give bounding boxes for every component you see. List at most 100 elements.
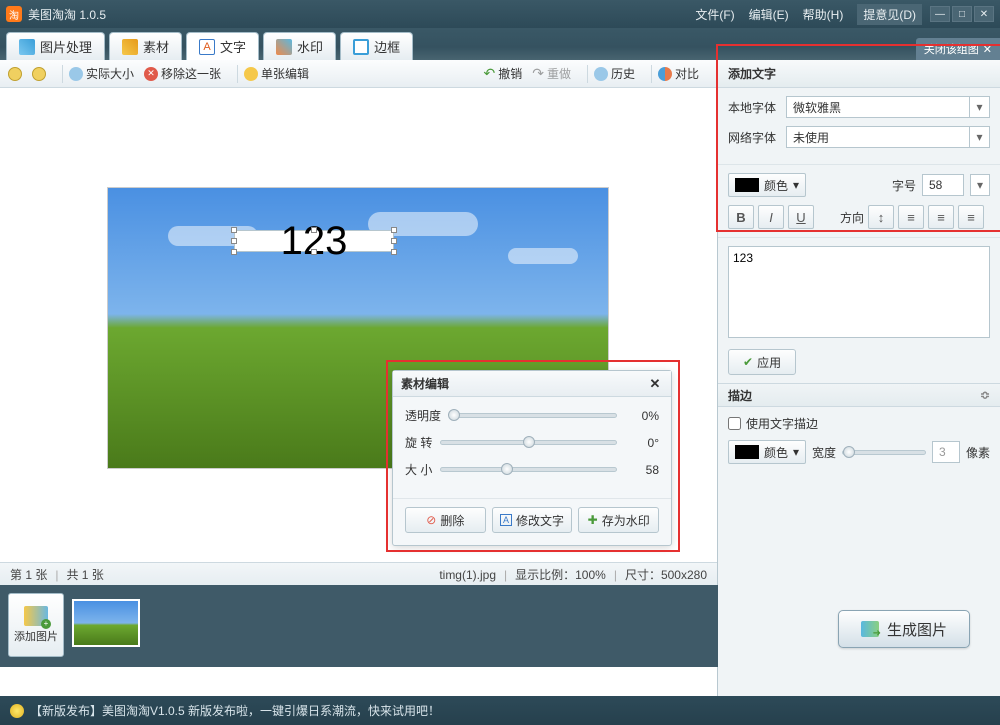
use-stroke-checkbox[interactable]: 使用文字描边 bbox=[728, 415, 990, 432]
text-icon: A bbox=[199, 39, 215, 55]
rotate-label: 旋 转 bbox=[405, 434, 432, 451]
tab-text[interactable]: A文字 bbox=[186, 32, 259, 60]
generate-button[interactable]: ➜ 生成图片 bbox=[838, 610, 970, 648]
popup-close-button[interactable]: ✕ bbox=[647, 376, 663, 392]
single-edit-button[interactable]: 单张编辑 bbox=[244, 65, 309, 82]
close-button[interactable]: ✕ bbox=[974, 6, 994, 22]
stroke-unit-label: 像素 bbox=[966, 444, 990, 461]
stroke-width-slider[interactable] bbox=[842, 450, 926, 455]
export-icon: ➜ bbox=[861, 621, 879, 637]
chevron-down-icon: ▾ bbox=[793, 178, 799, 192]
bulb-icon bbox=[10, 704, 24, 718]
bold-button[interactable]: B bbox=[728, 205, 754, 229]
rotate-slider[interactable] bbox=[440, 440, 617, 445]
image-icon bbox=[19, 39, 35, 55]
menu-file[interactable]: 文件(F) bbox=[695, 6, 734, 23]
stroke-width-label: 宽度 bbox=[812, 444, 836, 461]
redo-icon: ↷ bbox=[532, 65, 544, 82]
stroke-width-value[interactable]: 3 bbox=[932, 441, 960, 463]
compare-icon bbox=[658, 67, 672, 81]
font-size-dropdown[interactable]: ▾ bbox=[970, 174, 990, 196]
check-icon: ✔ bbox=[743, 355, 753, 369]
text-input[interactable] bbox=[728, 246, 990, 338]
tab-image-processing[interactable]: 图片处理 bbox=[6, 32, 105, 60]
panel-add-text-header: 添加文字 bbox=[718, 60, 1000, 88]
align-left-button[interactable]: ≡ bbox=[898, 205, 924, 229]
popup-title: 素材编辑 bbox=[401, 375, 449, 392]
actual-size-icon bbox=[69, 67, 83, 81]
minimize-button[interactable]: — bbox=[930, 6, 950, 22]
stroke-header[interactable]: 描边≎ bbox=[718, 383, 1000, 407]
popup-header[interactable]: 素材编辑 ✕ bbox=[393, 371, 671, 397]
web-font-select[interactable]: 未使用▾ bbox=[786, 126, 990, 148]
status-filename: timg(1).jpg bbox=[439, 568, 496, 582]
delete-icon: ⊘ bbox=[426, 513, 436, 527]
align-right-button[interactable]: ≡ bbox=[958, 205, 984, 229]
history-icon bbox=[594, 67, 608, 81]
italic-button[interactable]: I bbox=[758, 205, 784, 229]
border-icon bbox=[353, 39, 369, 55]
opacity-value: 0% bbox=[625, 409, 659, 423]
magnifier-minus-icon bbox=[32, 67, 46, 81]
color-swatch bbox=[735, 445, 759, 459]
web-font-label: 网络字体 bbox=[728, 129, 780, 146]
size-value: 58 bbox=[625, 463, 659, 477]
apply-button[interactable]: ✔应用 bbox=[728, 349, 796, 375]
undo-icon: ↶ bbox=[483, 65, 495, 82]
zoom-out-button[interactable] bbox=[32, 67, 46, 81]
chevron-down-icon: ▾ bbox=[971, 175, 989, 195]
status-page: 第 1 张 bbox=[10, 566, 47, 583]
align-center-icon: ≡ bbox=[937, 210, 945, 225]
opacity-slider[interactable] bbox=[449, 413, 617, 418]
compare-button[interactable]: 对比 bbox=[658, 65, 699, 82]
popup-edit-text-button[interactable]: A修改文字 bbox=[492, 507, 573, 533]
menu-edit[interactable]: 编辑(E) bbox=[749, 6, 789, 23]
close-pane-button[interactable]: 关闭该组图✕ bbox=[916, 38, 1000, 60]
app-icon: 淘 bbox=[6, 6, 22, 22]
align-left-icon: ≡ bbox=[907, 210, 915, 225]
chevron-down-icon: ▾ bbox=[969, 97, 989, 117]
underline-button[interactable]: U bbox=[788, 205, 814, 229]
footer-bar: 【新版发布】美图淘淘V1.0.5 新版发布啦，一键引爆日系潮流，快来试用吧！ bbox=[0, 696, 1000, 725]
remove-image-button[interactable]: ✕移除这一张 bbox=[144, 65, 221, 82]
popup-delete-button[interactable]: ⊘删除 bbox=[405, 507, 486, 533]
local-font-select[interactable]: 微软雅黑▾ bbox=[786, 96, 990, 118]
chevron-down-icon: ▾ bbox=[969, 127, 989, 147]
expand-icon: ≎ bbox=[980, 388, 990, 402]
rotate-value: 0° bbox=[625, 436, 659, 450]
magnifier-plus-icon bbox=[8, 67, 22, 81]
status-bar: 第 1 张 | 共 1 张 timg(1).jpg | 显示比例：100% | … bbox=[0, 562, 717, 586]
add-picture-button[interactable]: + 添加图片 bbox=[8, 593, 64, 657]
align-center-button[interactable]: ≡ bbox=[928, 205, 954, 229]
menu-help[interactable]: 帮助(H) bbox=[803, 6, 844, 23]
grid-icon bbox=[122, 39, 138, 55]
local-font-label: 本地字体 bbox=[728, 99, 780, 116]
status-zoom: 显示比例：100% bbox=[515, 566, 606, 583]
feedback-button[interactable]: 提意见(D) bbox=[857, 4, 922, 25]
redo-button[interactable]: ↷重做 bbox=[532, 65, 571, 82]
tab-border[interactable]: 边框 bbox=[340, 32, 413, 60]
tab-watermark[interactable]: 水印 bbox=[263, 32, 336, 60]
font-size-label: 字号 bbox=[892, 177, 916, 194]
title-bar: 淘 美图淘淘 1.0.5 文件(F) 编辑(E) 帮助(H) 提意见(D) — … bbox=[0, 0, 1000, 28]
size-slider[interactable] bbox=[440, 467, 617, 472]
undo-button[interactable]: ↶撤销 bbox=[483, 65, 522, 82]
status-total: 共 1 张 bbox=[66, 566, 103, 583]
stroke-color-button[interactable]: 颜色▾ bbox=[728, 440, 806, 464]
tab-materials[interactable]: 素材 bbox=[109, 32, 182, 60]
thumbnail-1[interactable] bbox=[72, 599, 140, 647]
maximize-button[interactable]: □ bbox=[952, 6, 972, 22]
direction-label: 方向 bbox=[840, 209, 864, 226]
text-icon: A bbox=[500, 514, 512, 526]
history-button[interactable]: 历史 bbox=[594, 65, 635, 82]
popup-save-watermark-button[interactable]: ✚存为水印 bbox=[578, 507, 659, 533]
zoom-in-button[interactable] bbox=[8, 67, 22, 81]
save-icon: ✚ bbox=[588, 513, 598, 527]
edit-icon bbox=[244, 67, 258, 81]
align-vertical-button[interactable]: ↕ bbox=[868, 205, 894, 229]
font-size-select[interactable]: 58 bbox=[922, 174, 964, 196]
text-color-button[interactable]: 颜色▾ bbox=[728, 173, 806, 197]
actual-size-button[interactable]: 实际大小 bbox=[69, 65, 134, 82]
right-panel: 添加文字 本地字体 微软雅黑▾ 网络字体 未使用▾ 颜色▾ 字号 58 ▾ B … bbox=[718, 60, 1000, 696]
text-box[interactable]: 123 bbox=[234, 230, 394, 252]
